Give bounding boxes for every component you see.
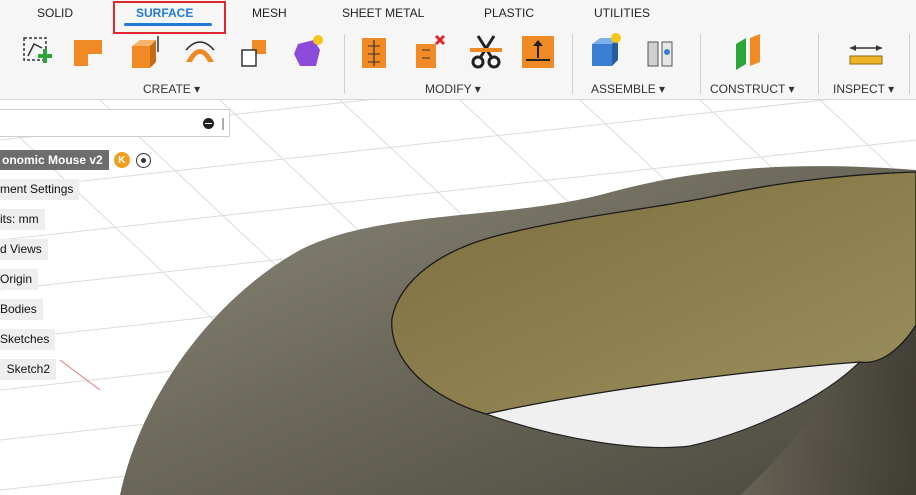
plane-icon[interactable] — [728, 30, 768, 74]
split-body-icon[interactable] — [466, 30, 506, 74]
loft-icon[interactable] — [236, 30, 276, 74]
create-group-label[interactable]: CREATE ▾ — [143, 82, 200, 96]
extrude-icon[interactable] — [68, 30, 108, 74]
separator — [700, 34, 701, 94]
new-component-icon[interactable] — [584, 30, 624, 74]
browser-node-units[interactable]: its: mm — [0, 209, 45, 230]
active-component-icon[interactable]: K — [113, 152, 130, 168]
root-component-label[interactable]: onomic Mouse v2 — [0, 150, 109, 170]
x-axis-line — [59, 359, 101, 391]
joint-icon[interactable] — [640, 30, 680, 74]
modify-group-label[interactable]: MODIFY ▾ — [425, 82, 481, 96]
browser-node-named-views[interactable]: d Views — [0, 239, 48, 260]
separator — [909, 34, 910, 94]
tab-utilities[interactable]: UTILITIES — [594, 6, 650, 20]
revolve-icon[interactable] — [124, 30, 164, 74]
patch-icon[interactable] — [288, 30, 328, 74]
activate-radio-icon[interactable] — [135, 152, 151, 168]
create-sketch-icon[interactable] — [18, 30, 58, 74]
browser-node-bodies[interactable]: Bodies — [0, 299, 43, 320]
browser-node-origin[interactable]: Origin — [0, 269, 39, 290]
tab-sheet-metal[interactable]: SHEET METAL — [342, 6, 424, 20]
browser-node-sketch2[interactable]: Sketch2 — [0, 359, 57, 380]
browser-node-document-settings[interactable]: ment Settings — [0, 179, 80, 200]
pin-handle-icon[interactable] — [222, 118, 224, 130]
trim-icon[interactable] — [354, 30, 394, 74]
collapse-icon[interactable] — [203, 118, 214, 129]
tab-mesh[interactable]: MESH — [252, 6, 287, 20]
assemble-group-label[interactable]: ASSEMBLE ▾ — [591, 82, 665, 96]
tab-plastic[interactable]: PLASTIC — [484, 6, 534, 20]
measure-icon[interactable] — [846, 30, 886, 74]
tab-solid[interactable]: SOLID — [37, 6, 73, 20]
ribbon-toolbar: SOLID SURFACE MESH SHEET METAL PLASTIC U… — [0, 0, 916, 100]
separator — [818, 34, 819, 94]
separator — [572, 34, 573, 94]
browser-root-row[interactable]: onomic Mouse v2 K — [0, 149, 151, 171]
separator — [344, 34, 345, 94]
inspect-group-label[interactable]: INSPECT ▾ — [833, 82, 894, 96]
browser-node-sketches[interactable]: Sketches — [0, 329, 56, 350]
construct-group-label[interactable]: CONSTRUCT ▾ — [710, 82, 794, 96]
sweep-icon[interactable] — [180, 30, 220, 74]
browser-panel-header[interactable] — [0, 109, 230, 137]
untrim-icon[interactable] — [410, 30, 450, 74]
offset-icon[interactable] — [518, 30, 558, 74]
